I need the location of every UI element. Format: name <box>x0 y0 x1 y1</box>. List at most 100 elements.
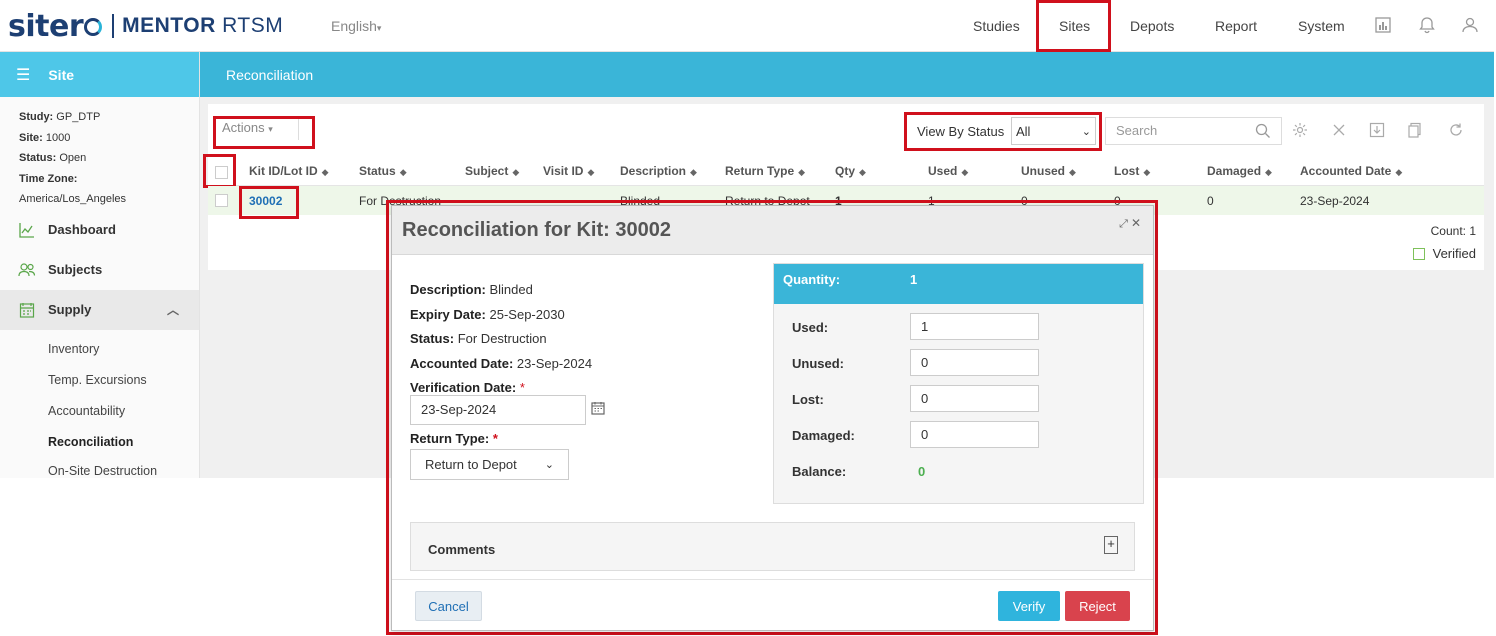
nav-studies[interactable]: Studies <box>973 18 1020 34</box>
language-label: English <box>331 18 377 34</box>
col-visit-id[interactable]: Visit ID ◆ <box>543 164 594 178</box>
sort-icon: ◆ <box>690 167 697 177</box>
highlight-select-all <box>203 154 236 188</box>
kit-details: Description: Blinded Expiry Date: 25-Sep… <box>410 278 592 401</box>
table-header: Kit ID/Lot ID ◆ Status ◆ Subject ◆ Visit ID… <box>208 158 1484 186</box>
verify-button[interactable]: Verify <box>998 591 1060 621</box>
language-selector[interactable]: English▾ <box>331 18 381 34</box>
status-label: Status: <box>410 331 455 346</box>
required-mark: * <box>492 431 498 446</box>
timezone-value: America/Los_Angeles <box>19 193 127 205</box>
sort-icon: ◆ <box>1069 167 1076 177</box>
col-kit-id[interactable]: Kit ID/Lot ID ◆ <box>249 164 329 178</box>
verified-swatch <box>1412 247 1425 260</box>
col-qty[interactable]: Qty ◆ <box>835 164 866 178</box>
search-input[interactable]: Search <box>1105 117 1282 145</box>
reconciliation-modal: Reconciliation for Kit: 30002 ⤢ ✕ Descri… <box>391 205 1154 631</box>
col-accounted-date[interactable]: Accounted Date ◆ <box>1300 164 1402 178</box>
sidebar-subitem-reconciliation[interactable]: Reconciliation <box>0 427 199 458</box>
sidebar-item-dashboard[interactable]: Dashboard <box>0 210 199 250</box>
col-status[interactable]: Status ◆ <box>359 164 407 178</box>
col-subject[interactable]: Subject ◆ <box>465 164 519 178</box>
unused-input[interactable]: 0 <box>910 349 1039 376</box>
chevron-up-icon[interactable]: ︿ <box>167 301 179 318</box>
return-type-select[interactable]: Return to Depot ⌄ <box>410 449 569 480</box>
quantity-label: Quantity: <box>783 272 841 287</box>
sidebar-subitem-temp-excursions[interactable]: Temp. Excursions <box>0 365 199 396</box>
col-unused[interactable]: Unused ◆ <box>1021 164 1076 178</box>
comments-section[interactable]: Comments + <box>410 522 1135 571</box>
col-label: Description <box>620 164 687 178</box>
sort-icon: ◆ <box>399 167 407 177</box>
balance-label: Balance: <box>792 464 847 479</box>
col-return-type[interactable]: Return Type ◆ <box>725 164 805 178</box>
bell-icon[interactable] <box>1418 16 1436 34</box>
sidebar-subitem-accountability[interactable]: Accountability <box>0 396 199 427</box>
col-label: Qty <box>835 164 856 178</box>
close-icon[interactable] <box>1331 122 1347 138</box>
menu-icon[interactable]: ☰ <box>16 65 30 85</box>
gear-icon[interactable] <box>1292 122 1308 138</box>
col-description[interactable]: Description ◆ <box>620 164 697 178</box>
user-icon[interactable] <box>1461 16 1479 34</box>
nav-depots[interactable]: Depots <box>1130 18 1174 34</box>
study-value: GP_DTP <box>56 111 101 123</box>
sidebar-item-label: Subjects <box>48 262 103 277</box>
site-info-site: Site: 1000 <box>19 128 199 149</box>
study-label: Study: <box>19 111 54 123</box>
status-value: For Destruction <box>457 331 547 346</box>
top-bar: siter MENTOR RTSM English▾ Studies Sites… <box>0 0 1494 52</box>
col-damaged[interactable]: Damaged ◆ <box>1207 164 1272 178</box>
brand-logo[interactable]: siter MENTOR RTSM <box>8 8 283 44</box>
plus-icon[interactable]: + <box>1104 536 1118 554</box>
legend-label: Verified <box>1432 246 1476 261</box>
highlight-sites <box>1036 0 1111 52</box>
logo-wordmark: siter <box>8 8 103 44</box>
sort-icon: ◆ <box>961 167 969 177</box>
lost-input[interactable]: 0 <box>910 385 1039 412</box>
damaged-input[interactable]: 0 <box>910 421 1039 448</box>
modal-title: Reconciliation for Kit: 30002 <box>402 218 671 241</box>
sort-icon: ◆ <box>798 167 806 177</box>
row-checkbox[interactable] <box>215 194 228 207</box>
download-icon[interactable] <box>1369 122 1385 138</box>
comments-label: Comments <box>428 542 496 557</box>
col-label: Subject <box>465 164 509 178</box>
cancel-button[interactable]: Cancel <box>415 591 482 621</box>
chart-icon[interactable] <box>1374 16 1392 34</box>
sidebar-header: ☰ Site <box>0 52 199 97</box>
col-label: Used <box>928 164 958 178</box>
calendar-icon[interactable] <box>591 401 605 415</box>
col-used[interactable]: Used ◆ <box>928 164 968 178</box>
logo-text-sitero: siter <box>8 8 84 44</box>
site-info: Study: GP_DTP Site: 1000 Status: Open Ti… <box>0 97 199 210</box>
sidebar: ☰ Site Study: GP_DTP Site: 1000 Status: … <box>0 52 200 478</box>
nav-system[interactable]: System <box>1298 18 1345 34</box>
damaged-label: Damaged: <box>792 428 855 443</box>
copy-icon[interactable] <box>1407 122 1423 138</box>
sidebar-item-subjects[interactable]: Subjects <box>0 250 199 290</box>
expand-icon[interactable]: ⤢ <box>1119 218 1128 230</box>
col-label: Unused <box>1021 164 1066 178</box>
accounted-value: 23-Sep-2024 <box>516 355 593 371</box>
timezone-label: Time Zone: <box>19 172 78 185</box>
site-info-status: Status: Open <box>19 148 199 169</box>
site-label: Site: <box>19 131 43 144</box>
used-input[interactable]: 1 <box>910 313 1039 340</box>
verification-date-input[interactable]: 23-Sep-2024 <box>410 395 586 425</box>
sidebar-item-label: Dashboard <box>48 222 116 237</box>
description-label: Description: <box>410 282 486 297</box>
col-lost[interactable]: Lost ◆ <box>1114 164 1150 178</box>
search-icon[interactable] <box>1255 123 1271 139</box>
close-icon[interactable]: ✕ <box>1131 216 1141 230</box>
highlight-actions <box>213 116 315 149</box>
sidebar-item-supply[interactable]: Supply ︿ <box>0 289 199 330</box>
refresh-icon[interactable] <box>1448 122 1464 138</box>
col-label: Status <box>359 164 396 178</box>
sidebar-subitem-inventory[interactable]: Inventory <box>0 334 199 365</box>
sidebar-subitem-on-site-destruction[interactable]: On-Site Destruction <box>0 458 199 478</box>
nav-report[interactable]: Report <box>1215 18 1257 34</box>
col-label: Damaged <box>1207 164 1262 178</box>
site-info-timezone: Time Zone: <box>19 169 199 190</box>
reject-button[interactable]: Reject <box>1065 591 1130 621</box>
